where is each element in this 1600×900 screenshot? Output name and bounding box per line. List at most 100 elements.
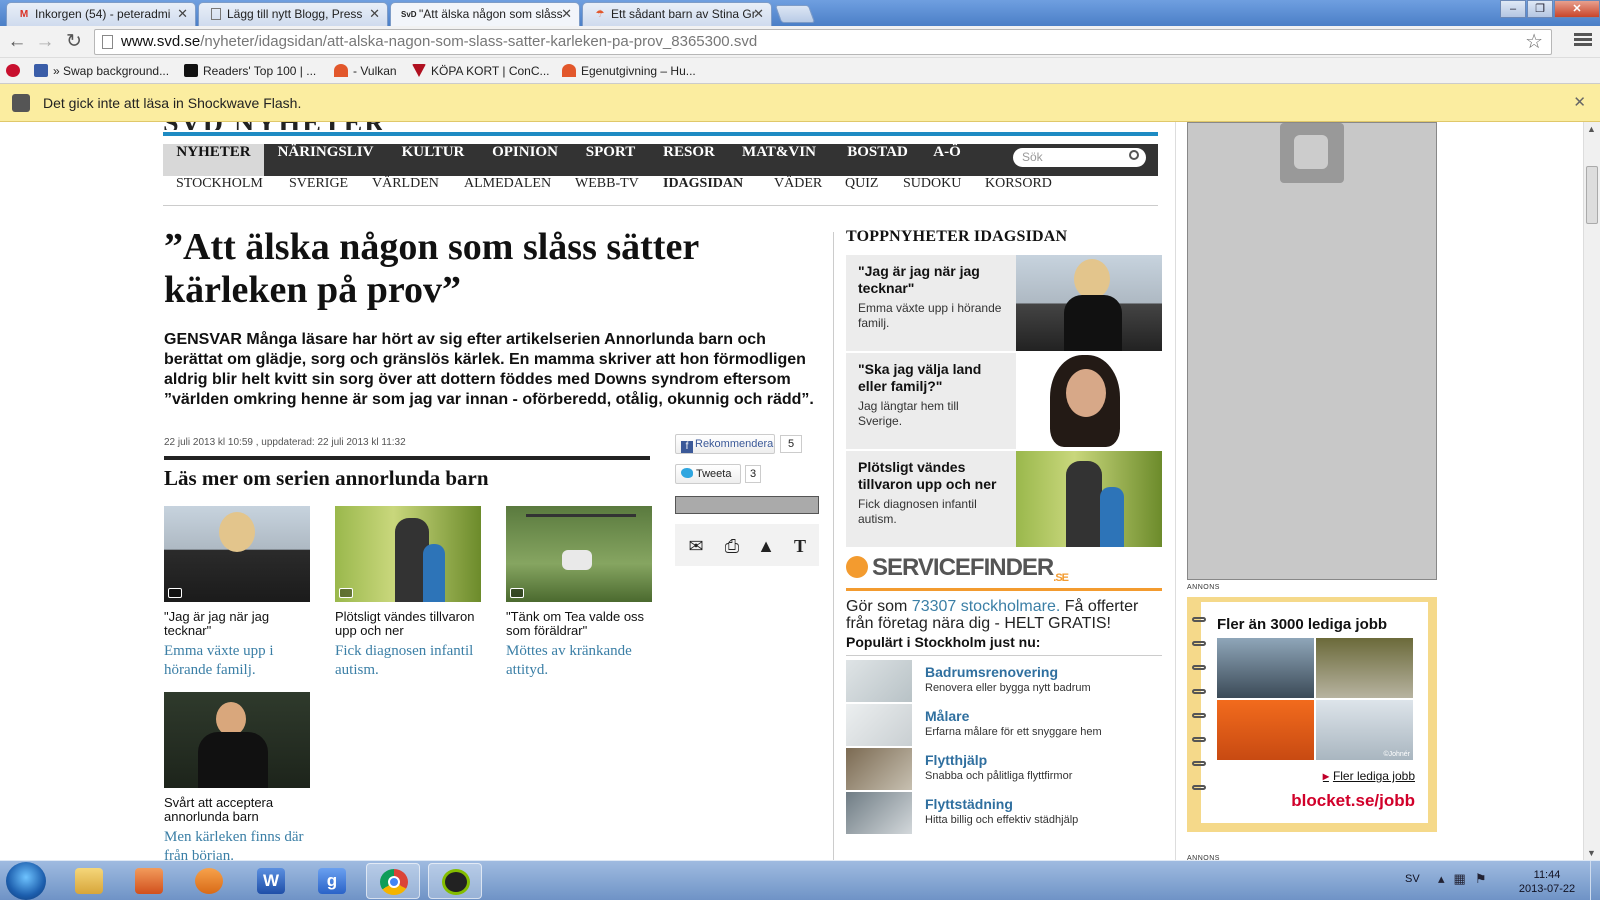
close-infobar-icon[interactable]: ✕ (1573, 84, 1586, 122)
blocket-logo[interactable]: blocket.se/jobb (1291, 791, 1415, 811)
related-article[interactable]: "Jag är jag när jag tecknar" Emma växte … (164, 506, 310, 680)
related-title[interactable]: Plötsligt vändes tillvaron upp och ner (335, 610, 481, 638)
back-button[interactable]: ← (5, 31, 29, 53)
address-bar[interactable]: www.svd.se/nyheter/idagsidan/att-alska-n… (94, 29, 1552, 55)
related-link[interactable]: Emma växte upp i hörande familj. (164, 642, 310, 680)
related-link[interactable]: Möttes av kränkande attityd. (506, 642, 652, 680)
show-desktop-button[interactable] (1590, 861, 1600, 900)
top-news-image[interactable] (1016, 353, 1162, 449)
language-indicator[interactable]: SV (1405, 873, 1420, 885)
related-article[interactable]: Plötsligt vändes tillvaron upp och ner F… (335, 506, 481, 680)
paint-icon[interactable] (122, 863, 176, 899)
search-icon[interactable] (1129, 150, 1139, 160)
chrome-menu-icon[interactable] (1574, 31, 1592, 49)
servicefinder-item[interactable]: Flyttstädning Hitta billig och effektiv … (846, 792, 1162, 834)
new-tab-button[interactable] (774, 5, 816, 23)
explorer-icon[interactable] (62, 863, 116, 899)
nav-kultur[interactable]: KULTUR (387, 144, 479, 176)
ad-photo-grid[interactable]: ©Johnér (1217, 638, 1415, 762)
related-image[interactable] (164, 692, 310, 788)
subnav-varlden[interactable]: VÄRLDEN (372, 176, 439, 206)
subnav-sudoku[interactable]: SUDOKU (903, 176, 961, 206)
chrome-icon[interactable] (366, 863, 420, 899)
blocket-title[interactable]: Fler än 3000 lediga jobb (1217, 616, 1387, 633)
flash-placeholder[interactable] (1187, 122, 1437, 580)
servicefinder-item-title[interactable]: Målare (925, 708, 969, 724)
top-news-image[interactable] (1016, 255, 1162, 351)
tab-blogg[interactable]: Lägg till nytt Blogg, Press ✕ (198, 2, 388, 26)
top-news-image[interactable] (1016, 451, 1162, 547)
flag-icon[interactable]: ⚑ (1475, 871, 1496, 886)
top-news-headline[interactable]: "Jag är jag när jag tecknar" (858, 263, 1006, 297)
nav-opinion[interactable]: OPINION (479, 144, 571, 176)
text-size-icon[interactable]: T (786, 532, 814, 560)
servicefinder-item-title[interactable]: Flytthjälp (925, 752, 987, 768)
nav-resor[interactable]: RESOR (650, 144, 728, 176)
scroll-down-icon[interactable]: ▼ (1587, 848, 1596, 858)
related-image[interactable] (164, 506, 310, 602)
nav-bostad[interactable]: BOSTAD (830, 144, 925, 176)
related-image[interactable] (506, 506, 652, 602)
servicefinder-item-title[interactable]: Flyttstädning (925, 796, 1013, 812)
facebook-recommend-button[interactable]: f Rekommendera (675, 434, 775, 454)
nav-nyheter[interactable]: NYHETER (163, 144, 264, 176)
reload-button[interactable]: ↻ (62, 31, 86, 53)
nav-ao[interactable]: A-Ö (925, 144, 969, 176)
sf-text-link[interactable]: 73307 stockholmare. (912, 598, 1061, 615)
subnav-stockholm[interactable]: STOCKHOLM (176, 176, 263, 206)
related-article[interactable]: Svårt att acceptera annorlunda barn Men … (164, 692, 310, 860)
close-tab-icon[interactable]: ✕ (561, 3, 572, 25)
bookmark-egen[interactable]: Egenutgivning – Hu... (562, 62, 696, 80)
minimize-button[interactable]: – (1500, 0, 1526, 18)
tab-blog[interactable]: ☂ Ett sådant barn av Stina Gr ✕ (582, 2, 772, 26)
tweet-button[interactable]: Tweeta (675, 464, 741, 484)
related-link[interactable]: Men kärleken finns där från början. (164, 828, 310, 860)
servicefinder-image[interactable] (846, 748, 912, 790)
network-icon[interactable]: ▦ (1454, 871, 1475, 886)
servicefinder-image[interactable] (846, 792, 912, 834)
bookmark-readers[interactable]: Readers' Top 100 | ... (184, 62, 316, 80)
servicefinder-item-title[interactable]: Badrumsrenovering (925, 664, 1058, 680)
subnav-webbtv[interactable]: WEBB-TV (575, 176, 639, 206)
close-window-button[interactable]: ✕ (1554, 0, 1600, 18)
subnav-korsord[interactable]: KORSORD (985, 176, 1052, 206)
top-news-item[interactable]: "Jag är jag när jag tecknar" Emma växte … (846, 255, 1162, 351)
apps-icon[interactable] (6, 62, 25, 80)
report-icon[interactable]: ▲ (752, 532, 780, 560)
subnav-quiz[interactable]: QUIZ (845, 176, 878, 206)
related-article[interactable]: "Tänk om Tea valde oss som föräldrar" Mö… (506, 506, 652, 680)
maximize-button[interactable]: ❐ (1527, 0, 1553, 18)
bookmark-kort[interactable]: KÖPA KORT | ConC... (412, 62, 550, 80)
tray-up-arrow-icon[interactable]: ▴ (1438, 871, 1454, 886)
close-tab-icon[interactable]: ✕ (753, 3, 764, 25)
search-input[interactable]: Sök (1013, 148, 1146, 167)
blocket-more-link[interactable]: ▸ Fler lediga jobb (1323, 769, 1415, 783)
bookmark-vulkan[interactable]: - Vulkan (334, 62, 397, 80)
bookmark-star-icon[interactable]: ☆ (1525, 30, 1543, 54)
blocket-ad[interactable]: Fler än 3000 lediga jobb ©Johnér ▸ Fler l… (1187, 597, 1437, 832)
scroll-up-icon[interactable]: ▲ (1587, 124, 1596, 134)
servicefinder-logo[interactable]: SERVICEFINDER.SE (846, 554, 1069, 584)
related-link[interactable]: Fick diagnosen infantil autism. (335, 642, 481, 680)
servicefinder-image[interactable] (846, 660, 912, 702)
top-news-headline[interactable]: "Ska jag välja land eller familj?" (858, 361, 1006, 395)
bookmark-swap[interactable]: » Swap background... (34, 62, 169, 80)
top-news-headline[interactable]: Plötsligt vändes tillvaron upp och ner (858, 459, 1006, 493)
forward-button[interactable]: → (33, 31, 57, 53)
close-tab-icon[interactable]: ✕ (177, 3, 188, 25)
top-news-item[interactable]: Plötsligt vändes tillvaron upp och ner F… (846, 451, 1162, 547)
print-icon[interactable]: ⎙ (718, 532, 746, 560)
related-image[interactable] (335, 506, 481, 602)
subnav-idagsidan[interactable]: IDAGSIDAN (663, 176, 743, 206)
nav-matvin[interactable]: MAT&VIN (728, 144, 830, 176)
servicefinder-item[interactable]: Badrumsrenovering Renovera eller bygga n… (846, 660, 1162, 702)
google-icon[interactable]: g (305, 863, 359, 899)
related-title[interactable]: "Jag är jag när jag tecknar" (164, 610, 310, 638)
email-icon[interactable]: ✉ (682, 532, 710, 560)
clock[interactable]: 11:44 2013-07-22 (1512, 868, 1582, 896)
tray-icons[interactable]: ▴▦⚑ (1438, 871, 1495, 887)
servicefinder-image[interactable] (846, 704, 912, 746)
nav-naringsliv[interactable]: NÄRINGSLIV (264, 144, 387, 176)
spotify-icon[interactable] (428, 863, 482, 899)
start-button[interactable] (6, 862, 46, 900)
